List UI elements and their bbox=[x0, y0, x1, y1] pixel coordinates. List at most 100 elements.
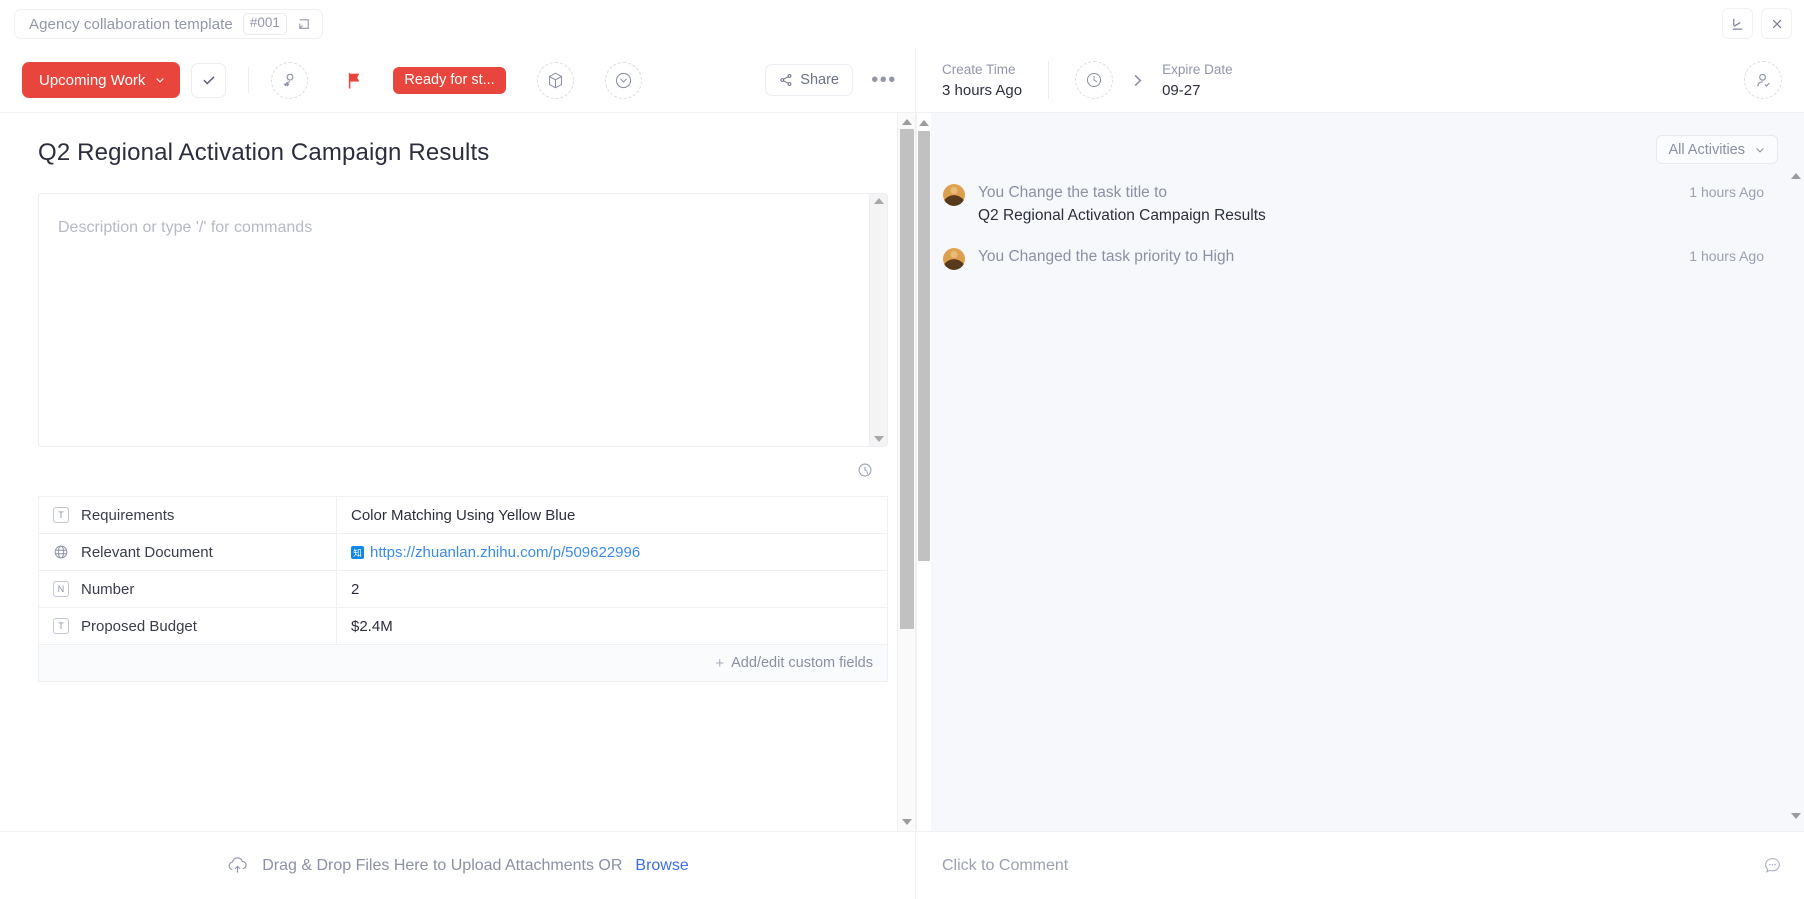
table-row[interactable]: N Number 2 bbox=[39, 571, 888, 608]
description-toolbar bbox=[38, 447, 888, 484]
chevron-down-circle-icon[interactable] bbox=[605, 62, 642, 99]
attachment-dropzone[interactable]: Drag & Drop Files Here to Upload Attachm… bbox=[0, 832, 916, 899]
add-assignee-icon[interactable] bbox=[271, 62, 308, 99]
create-time-block[interactable]: Create Time 3 hours Ago bbox=[942, 62, 1022, 99]
dates-divider bbox=[1048, 61, 1049, 99]
scroll-down-arrow-icon[interactable] bbox=[874, 436, 884, 442]
field-value-cell[interactable]: 知 https://zhuanlan.zhihu.com/p/509622996 bbox=[337, 534, 888, 571]
table-row[interactable]: T Proposed Budget $2.4M bbox=[39, 608, 888, 645]
activity-text: You Changed the task priority to High bbox=[978, 246, 1668, 268]
description-placeholder: Description or type '/' for commands bbox=[58, 219, 312, 237]
main-scrollbar[interactable] bbox=[897, 113, 915, 831]
comment-box[interactable]: Click to Comment bbox=[916, 832, 1804, 899]
list-item: You Change the task title to Q2 Regional… bbox=[917, 182, 1804, 228]
task-content: Q2 Regional Activation Campaign Results … bbox=[0, 113, 897, 831]
minimize-icon[interactable] bbox=[1722, 8, 1753, 39]
open-in-new-icon[interactable] bbox=[297, 17, 312, 32]
close-icon[interactable] bbox=[1761, 8, 1792, 39]
add-watcher-icon[interactable] bbox=[1744, 61, 1782, 99]
list-item: You Changed the task priority to High 1 … bbox=[917, 246, 1804, 270]
custom-fields-table: T Requirements Color Matching Using Yell… bbox=[38, 496, 888, 682]
cloud-upload-icon bbox=[226, 856, 249, 875]
task-detail-window: Agency collaboration template #001 bbox=[0, 0, 1804, 899]
field-label-cell: T Proposed Budget bbox=[39, 608, 337, 645]
all-activities-label: All Activities bbox=[1668, 142, 1745, 158]
description-editor[interactable]: Description or type '/' for commands bbox=[38, 193, 888, 447]
field-value-cell[interactable]: $2.4M bbox=[337, 608, 888, 645]
status-badge[interactable]: Ready for st... bbox=[393, 67, 505, 94]
expire-date-value: 09-27 bbox=[1162, 82, 1233, 99]
activity-text: You Change the task title to bbox=[978, 182, 1668, 204]
window-titlebar: Agency collaboration template #001 bbox=[0, 0, 1804, 48]
scroll-down-arrow-icon[interactable] bbox=[1791, 813, 1801, 819]
scroll-up-arrow-icon[interactable] bbox=[902, 119, 912, 125]
emoji-icon[interactable] bbox=[1763, 856, 1782, 875]
activity-list: You Change the task title to Q2 Regional… bbox=[917, 164, 1804, 270]
field-value-cell[interactable]: Color Matching Using Yellow Blue bbox=[337, 497, 888, 534]
comment-placeholder: Click to Comment bbox=[942, 857, 1068, 875]
breadcrumb-task-id: #001 bbox=[243, 13, 287, 35]
share-label: Share bbox=[800, 72, 839, 88]
relevant-document-link[interactable]: 知 https://zhuanlan.zhihu.com/p/509622996 bbox=[351, 544, 640, 561]
all-activities-dropdown[interactable]: All Activities bbox=[1656, 135, 1778, 164]
package-icon[interactable] bbox=[537, 62, 574, 99]
activity-scrollbar[interactable] bbox=[1788, 113, 1804, 831]
activity-timestamp: 1 hours Ago bbox=[1689, 248, 1764, 264]
window-controls bbox=[1722, 8, 1792, 39]
avatar bbox=[943, 184, 965, 206]
clock-icon[interactable] bbox=[1075, 61, 1113, 99]
field-label: Requirements bbox=[81, 507, 174, 524]
create-time-value: 3 hours Ago bbox=[942, 82, 1022, 99]
activity-timestamp: 1 hours Ago bbox=[1689, 184, 1764, 200]
relevant-document-url: https://zhuanlan.zhihu.com/p/509622996 bbox=[370, 544, 640, 561]
create-time-label: Create Time bbox=[942, 62, 1022, 77]
task-main-pane: Q2 Regional Activation Campaign Results … bbox=[0, 113, 916, 831]
breadcrumb-template-name: Agency collaboration template bbox=[29, 16, 233, 33]
breadcrumb[interactable]: Agency collaboration template #001 bbox=[14, 9, 323, 39]
field-label: Relevant Document bbox=[81, 544, 213, 561]
field-value-cell[interactable]: 2 bbox=[337, 571, 888, 608]
add-fields-row: + Add/edit custom fields bbox=[39, 645, 888, 682]
activity-filter-bar: All Activities bbox=[917, 113, 1804, 164]
task-body: Q2 Regional Activation Campaign Results … bbox=[0, 113, 1804, 831]
browse-link[interactable]: Browse bbox=[635, 857, 688, 875]
field-label: Proposed Budget bbox=[81, 618, 197, 635]
scrollbar-thumb[interactable] bbox=[900, 129, 914, 629]
history-clock-icon[interactable] bbox=[856, 461, 874, 484]
task-toolbar: Upcoming Work Ready fo bbox=[0, 48, 1804, 113]
activity-detail: Q2 Regional Activation Campaign Results bbox=[978, 204, 1668, 227]
scroll-up-arrow-icon[interactable] bbox=[1791, 173, 1801, 179]
status-dropdown-button[interactable]: Upcoming Work bbox=[22, 62, 180, 98]
field-label-cell: N Number bbox=[39, 571, 337, 608]
text-field-icon: T bbox=[53, 618, 69, 634]
status-dropdown-label: Upcoming Work bbox=[39, 72, 145, 89]
share-icon bbox=[779, 73, 793, 87]
table-row[interactable]: T Requirements Color Matching Using Yell… bbox=[39, 497, 888, 534]
globe-field-icon bbox=[53, 544, 69, 560]
chevron-down-icon bbox=[154, 74, 166, 86]
check-icon bbox=[201, 72, 217, 88]
expire-date-label: Expire Date bbox=[1162, 62, 1233, 77]
field-label: Number bbox=[81, 581, 134, 598]
add-fields-cell: + Add/edit custom fields bbox=[39, 645, 888, 682]
page-title[interactable]: Q2 Regional Activation Campaign Results bbox=[38, 139, 897, 167]
add-edit-custom-fields-button[interactable]: + Add/edit custom fields bbox=[715, 655, 873, 672]
task-footer: Drag & Drop Files Here to Upload Attachm… bbox=[0, 831, 1804, 899]
toolbar-left-section: Upcoming Work Ready fo bbox=[0, 48, 916, 112]
mark-complete-button[interactable] bbox=[191, 63, 226, 98]
share-button[interactable]: Share bbox=[765, 64, 853, 96]
text-field-icon: T bbox=[53, 507, 69, 523]
more-options-button[interactable]: ••• bbox=[869, 65, 899, 95]
plus-icon: + bbox=[715, 655, 724, 672]
scroll-down-arrow-icon[interactable] bbox=[902, 819, 912, 825]
scroll-up-arrow-icon[interactable] bbox=[874, 198, 884, 204]
expire-date-block[interactable]: Expire Date 09-27 bbox=[1162, 62, 1233, 99]
number-field-icon: N bbox=[53, 581, 69, 597]
add-edit-custom-fields-label: Add/edit custom fields bbox=[731, 655, 873, 671]
scroll-up-arrow-icon[interactable] bbox=[919, 120, 929, 126]
toolbar-right-section: Create Time 3 hours Ago Expire Date 09-2… bbox=[916, 48, 1804, 112]
table-row[interactable]: Relevant Document 知 https://zhuanlan.zhi… bbox=[39, 534, 888, 571]
activity-pane: All Activities You Change the task title… bbox=[916, 113, 1804, 831]
flag-icon[interactable] bbox=[339, 63, 369, 97]
description-scrollbar[interactable] bbox=[869, 194, 887, 446]
